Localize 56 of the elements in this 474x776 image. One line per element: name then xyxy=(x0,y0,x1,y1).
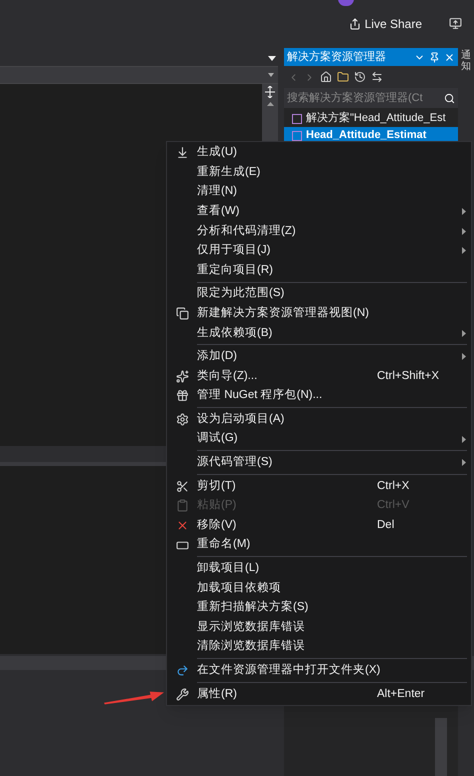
menu-item[interactable]: 源代码管理(S) xyxy=(167,452,471,472)
pin-icon[interactable] xyxy=(429,52,440,62)
panel-title: 解决方案资源管理器 xyxy=(287,50,387,65)
monitor-icon[interactable] xyxy=(449,17,462,30)
scrollbar[interactable] xyxy=(435,718,447,776)
menu-item[interactable]: 查看(W) xyxy=(167,202,471,222)
windows-icon xyxy=(176,307,188,320)
sync-icon[interactable] xyxy=(371,71,383,83)
menu-item[interactable]: 在文件资源管理器中打开文件夹(X) xyxy=(167,660,471,680)
menu-item[interactable]: 剪切(T) Ctrl+X xyxy=(167,476,471,496)
menu-item[interactable]: 移除(V) Del xyxy=(167,516,471,536)
rectangle-icon xyxy=(176,538,188,552)
menu-item[interactable]: 清理(N) xyxy=(167,182,471,202)
menu-item[interactable]: 加载项目依赖项 xyxy=(167,578,471,598)
menu-item[interactable]: 添加(D) xyxy=(167,346,471,367)
menu-item[interactable]: 重定向项目(R) xyxy=(167,260,471,280)
menu-item[interactable]: 设为启动项目(A) xyxy=(167,410,471,430)
menu-item[interactable]: 显示浏览数据库错误 xyxy=(167,618,471,638)
close-icon xyxy=(176,518,188,532)
clipboard-icon xyxy=(176,499,188,512)
menu-item[interactable]: 管理 NuGet 程序包(N)... xyxy=(167,386,471,406)
menu-item[interactable]: 清除浏览数据库错误 xyxy=(167,637,471,657)
menu-item[interactable]: 类向导(Z)... Ctrl+Shift+X xyxy=(167,366,471,386)
pointer-arrow xyxy=(104,690,164,706)
menu-item[interactable]: 分析和代码清理(Z) xyxy=(167,221,471,241)
menu-item[interactable]: 重新生成(E) xyxy=(167,162,471,182)
package-icon xyxy=(176,389,188,402)
menu-item[interactable]: 重新扫描解决方案(S) xyxy=(167,598,471,618)
menu-item[interactable]: 重命名(M) xyxy=(167,535,471,555)
download-icon xyxy=(176,146,188,160)
gear-icon xyxy=(176,413,188,426)
dropdown-arrow-icon xyxy=(268,73,274,77)
menu-item[interactable]: 生成依赖项(B) xyxy=(167,323,471,343)
wrench-icon xyxy=(176,688,188,701)
history-icon[interactable] xyxy=(354,71,366,83)
folder-icon[interactable] xyxy=(337,71,349,83)
search-field[interactable]: 搜索解决方案资源管理器(Ct xyxy=(284,88,458,108)
split-icon[interactable] xyxy=(265,86,275,98)
share-icon xyxy=(348,18,361,30)
menu-item[interactable]: 调试(G) xyxy=(167,429,471,449)
sparkle-icon xyxy=(176,370,188,383)
menu-item[interactable]: 限定为此范围(S) xyxy=(167,284,471,304)
menu-item[interactable]: 卸载项目(L) xyxy=(167,558,471,578)
close-icon[interactable] xyxy=(444,52,455,62)
tree-item[interactable]: 解决方案"Head_Attitude_Est xyxy=(284,110,458,127)
menu-item[interactable]: 新建解决方案资源管理器视图(N) xyxy=(167,304,471,324)
home-icon[interactable] xyxy=(320,71,332,83)
scissors-icon xyxy=(176,480,188,493)
menu-item[interactable]: 生成(U) xyxy=(167,143,471,163)
dropdown-arrow-icon[interactable] xyxy=(268,56,276,60)
menu-item[interactable]: 仅用于项目(J) xyxy=(167,240,471,261)
redo-arrow-icon xyxy=(176,664,188,678)
live-share-button[interactable]: Live Share xyxy=(344,14,426,34)
scroll-up-icon[interactable] xyxy=(266,102,274,106)
menu-item[interactable]: 属性(R) Alt+Enter xyxy=(167,684,471,704)
search-icon xyxy=(444,92,455,104)
